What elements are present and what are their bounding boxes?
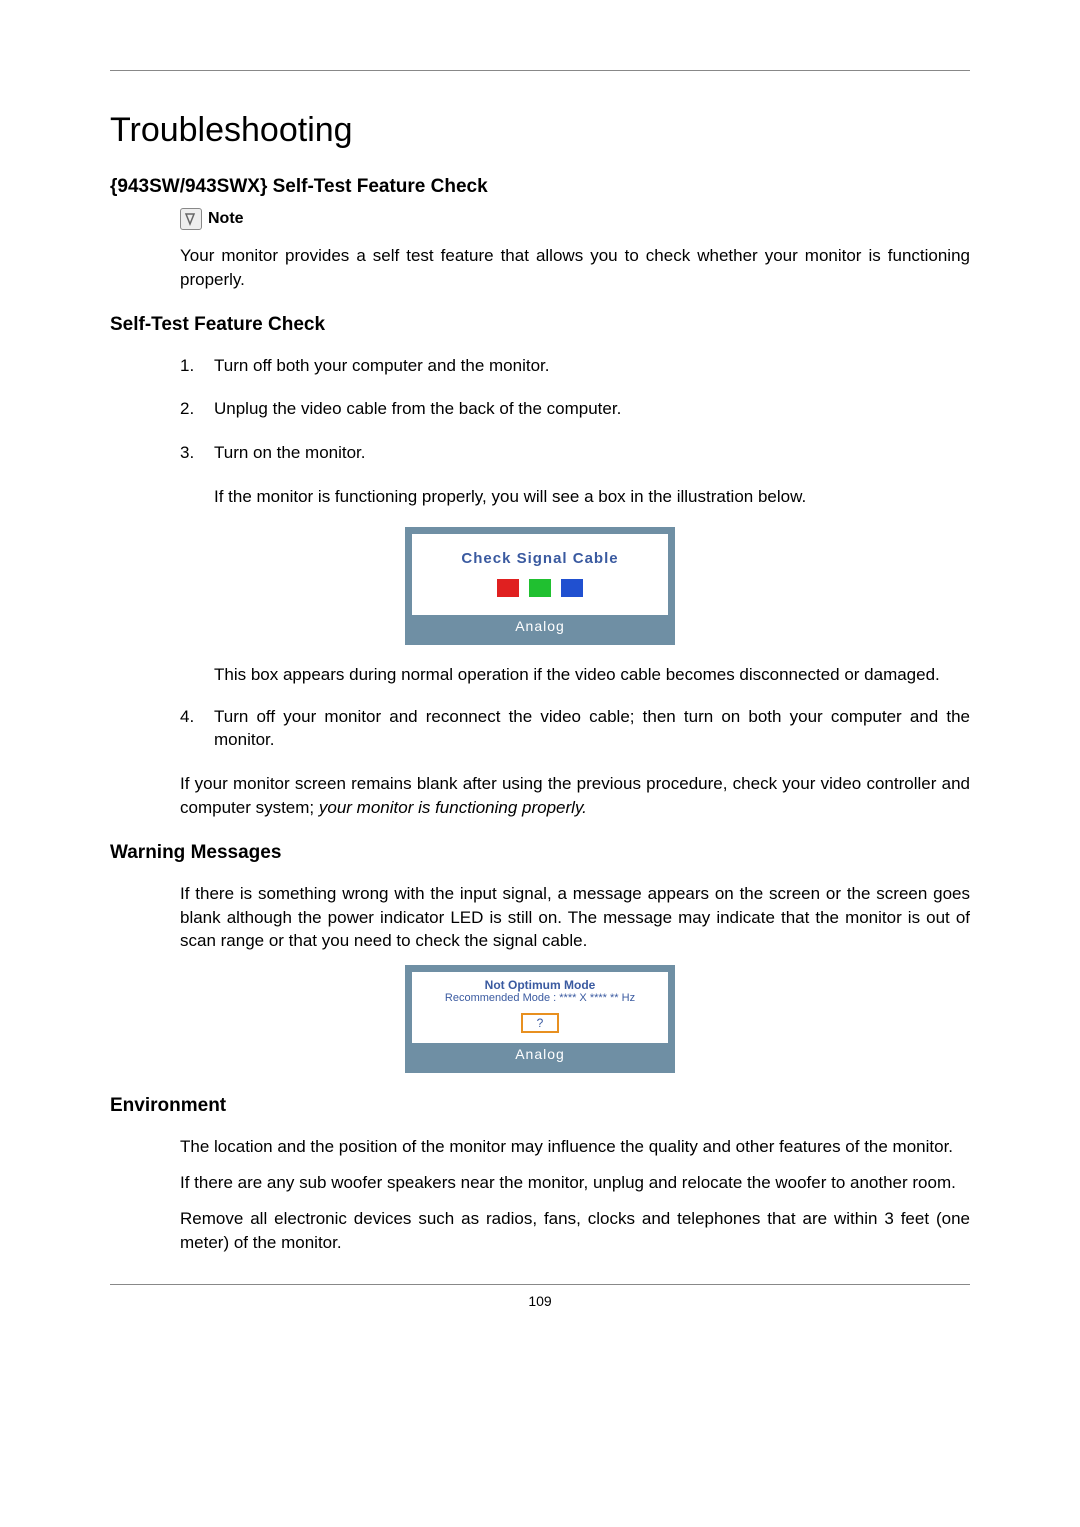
list-item: 1. Turn off both your computer and the m… [180, 354, 970, 378]
step-text: Turn off both your computer and the moni… [214, 354, 970, 378]
step-number: 3. [180, 441, 214, 465]
section1-heading: {943SW/943SWX} Self-Test Feature Check [110, 176, 970, 198]
osd1-box: Check Signal Cable Analog [405, 527, 675, 645]
step3-followup2: This box appears during normal operation… [214, 663, 970, 687]
osd2-title2: Recommended Mode : **** X **** ** Hz [420, 992, 660, 1004]
section4-p1: The location and the position of the mon… [180, 1135, 970, 1159]
section3-body: If there is something wrong with the inp… [180, 882, 970, 953]
note-icon [180, 208, 202, 230]
osd2-title1: Not Optimum Mode [420, 978, 660, 992]
closing-italic: your monitor is functioning properly. [319, 798, 587, 817]
red-square-icon [497, 579, 519, 597]
bottom-rule [110, 1284, 970, 1285]
step-text: Turn on the monitor. [214, 441, 970, 465]
note-label: Note [208, 210, 244, 228]
osd2-footer: Analog [412, 1043, 668, 1066]
osd1-illustration: Check Signal Cable Analog [110, 527, 970, 645]
list-item: 3. Turn on the monitor. [180, 441, 970, 465]
green-square-icon [529, 579, 551, 597]
step-text: Unplug the video cable from the back of … [214, 397, 970, 421]
step-number: 4. [180, 705, 214, 753]
rgb-indicator [420, 579, 660, 597]
osd2-box: Not Optimum Mode Recommended Mode : ****… [405, 965, 675, 1073]
osd2-help-button: ? [521, 1013, 560, 1033]
steps-list: 1. Turn off both your computer and the m… [180, 354, 970, 465]
section4-p2: If there are any sub woofer speakers nea… [180, 1171, 970, 1195]
osd2-illustration: Not Optimum Mode Recommended Mode : ****… [110, 965, 970, 1073]
section3-heading: Warning Messages [110, 842, 970, 864]
step-text: Turn off your monitor and reconnect the … [214, 705, 970, 753]
list-item: 4. Turn off your monitor and reconnect t… [180, 705, 970, 753]
osd1-footer: Analog [412, 615, 668, 638]
note-row: Note [180, 208, 970, 230]
note-body: Your monitor provides a self test featur… [180, 244, 970, 292]
section4-heading: Environment [110, 1095, 970, 1117]
steps-list-cont: 4. Turn off your monitor and reconnect t… [180, 705, 970, 753]
step-number: 1. [180, 354, 214, 378]
page-number: 109 [110, 1293, 970, 1309]
step-number: 2. [180, 397, 214, 421]
top-rule [110, 70, 970, 71]
osd1-title: Check Signal Cable [420, 550, 660, 567]
page-title: Troubleshooting [110, 111, 970, 150]
section2-closing: If your monitor screen remains blank aft… [180, 772, 970, 820]
section4-p3: Remove all electronic devices such as ra… [180, 1207, 970, 1255]
step3-followup: If the monitor is functioning properly, … [214, 485, 970, 509]
list-item: 2. Unplug the video cable from the back … [180, 397, 970, 421]
blue-square-icon [561, 579, 583, 597]
section2-heading: Self-Test Feature Check [110, 314, 970, 336]
